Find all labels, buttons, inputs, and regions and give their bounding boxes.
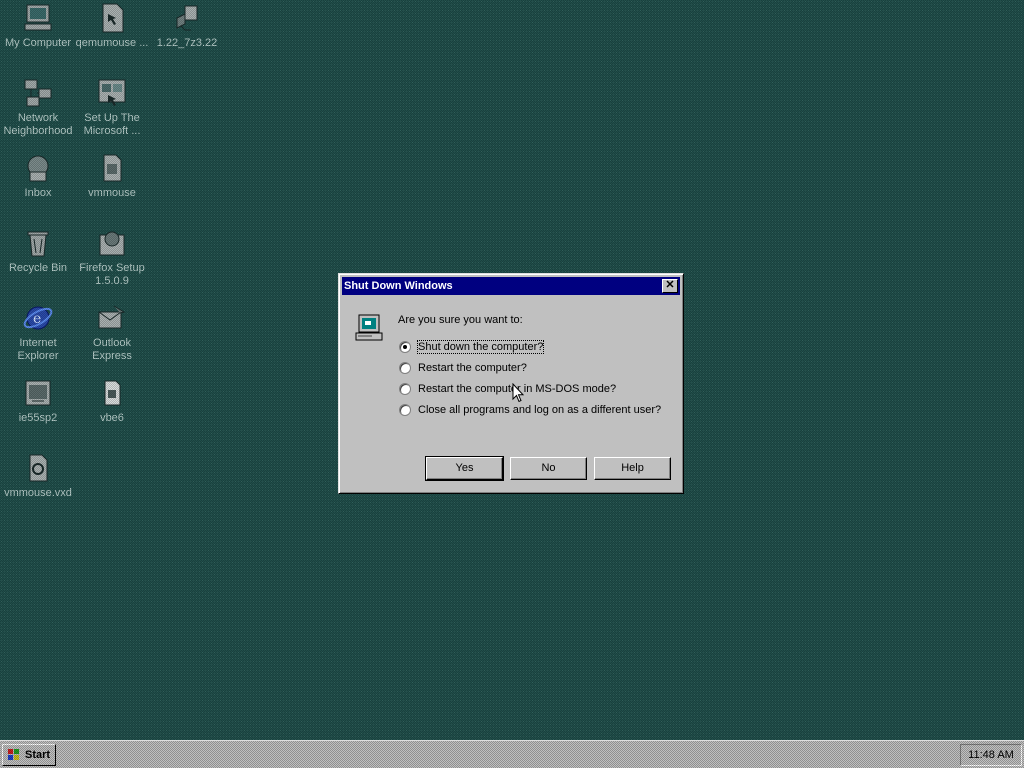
option-label: Restart the computer? — [418, 362, 527, 374]
radio-button[interactable] — [399, 404, 411, 416]
desktop-icon-label: 1.22_7z3.22 — [156, 37, 218, 49]
desktop-icon-label: Inbox — [24, 187, 52, 199]
no-button[interactable]: No — [510, 457, 587, 480]
desktop-icon-vmmouse-vxd[interactable]: vmmouse.vxd — [1, 452, 75, 500]
start-button[interactable]: Start — [2, 744, 56, 766]
desktop-icon-vbe6[interactable]: vbe6 — [75, 377, 149, 425]
start-label: Start — [25, 749, 51, 761]
outlook-express-icon — [96, 302, 128, 334]
dialog-prompt: Are you sure you want to: — [398, 314, 523, 326]
desktop-icon-label: qemumouse ... — [75, 37, 149, 49]
desktop-icon-inbox[interactable]: Inbox — [1, 152, 75, 200]
desktop-icon-outlook-express[interactable]: Outlook Express — [75, 302, 149, 363]
desktop-icon-label: vmmouse — [88, 187, 136, 199]
clock[interactable]: 11:48 AM — [968, 749, 1014, 761]
option-shut-down[interactable]: Shut down the computer? — [399, 339, 545, 355]
desktop-icon-label-line2: Express — [92, 350, 132, 362]
setup-icon — [96, 77, 128, 109]
archive-file-icon — [171, 2, 203, 34]
option-label: Shut down the computer? — [416, 340, 545, 354]
desktop-icon-label: vbe6 — [100, 412, 124, 424]
taskbar-dim-overlay — [0, 741, 1024, 768]
desktop-icon-label: Recycle Bin — [8, 262, 68, 274]
system-file-icon — [22, 452, 54, 484]
desktop-icon-label: ie55sp2 — [18, 412, 58, 424]
desktop-icon-label: Network — [17, 112, 59, 124]
desktop-icon-firefox-setup[interactable]: Firefox Setup 1.5.0.9 — [75, 227, 149, 288]
svg-text:e: e — [33, 311, 41, 327]
internet-explorer-icon: e — [22, 302, 54, 334]
close-icon: ✕ — [665, 279, 675, 291]
desktop-icon-qemumouse[interactable]: qemumouse ... — [75, 2, 149, 50]
option-restart-ms-dos[interactable]: Restart the computer in MS-DOS mode? — [399, 381, 616, 397]
desktop-icon-label-line2: Neighborhood — [3, 125, 73, 137]
my-computer-icon — [22, 2, 54, 34]
radio-button[interactable] — [399, 383, 411, 395]
system-tray: 11:48 AM — [960, 744, 1022, 766]
desktop-icon-recycle-bin[interactable]: Recycle Bin — [1, 227, 75, 275]
desktop-icon-network-neighborhood[interactable]: Network Neighborhood — [1, 77, 75, 138]
computer-icon — [353, 312, 385, 344]
desktop-icon-7z[interactable]: 1.22_7z3.22 — [150, 2, 224, 50]
radio-button[interactable] — [399, 362, 411, 374]
desktop-icon-label: My Computer — [4, 37, 72, 49]
desktop-icon-label: Outlook — [93, 337, 131, 349]
desktop-icon-label-line2: Explorer — [17, 350, 59, 362]
desktop-icon-label: vmmouse.vxd — [4, 487, 72, 499]
inbox-icon — [22, 152, 54, 184]
desktop-icon-ie55sp2[interactable]: ie55sp2 — [1, 377, 75, 425]
desktop-icon-my-computer[interactable]: My Computer — [1, 2, 75, 50]
desktop-icon-label-line2: Microsoft ... — [83, 125, 141, 137]
windows-logo-icon — [6, 748, 22, 762]
setup-package-icon — [22, 377, 54, 409]
radio-button[interactable] — [399, 341, 411, 353]
dialog-titlebar[interactable]: Shut Down Windows ✕ — [342, 277, 680, 295]
option-label: Close all programs and log on as a diffe… — [418, 404, 662, 416]
shut-down-dialog: Shut Down Windows ✕ Are you sure you wan… — [338, 273, 684, 494]
desktop-icon-vmmouse[interactable]: vmmouse — [75, 152, 149, 200]
desktop-icon-label: Set Up The — [84, 112, 140, 124]
shortcut-file-icon — [96, 2, 128, 34]
mouse-cursor-icon — [512, 382, 525, 403]
option-restart[interactable]: Restart the computer? — [399, 360, 527, 376]
desktop-icon-internet-explorer[interactable]: e Internet Explorer — [1, 302, 75, 363]
desktop-icon-label: Firefox Setup — [79, 262, 145, 274]
desktop-icon-setup-microsoft[interactable]: Set Up The Microsoft ... — [75, 77, 149, 138]
desktop-icon-label: Internet — [19, 337, 57, 349]
network-icon — [22, 77, 54, 109]
help-button[interactable]: Help — [594, 457, 671, 480]
executable-icon — [96, 377, 128, 409]
yes-button[interactable]: Yes — [425, 456, 504, 481]
document-icon — [96, 152, 128, 184]
option-log-off[interactable]: Close all programs and log on as a diffe… — [399, 402, 661, 418]
recycle-bin-icon — [22, 227, 54, 259]
dialog-title: Shut Down Windows — [344, 280, 453, 292]
desktop-icon-label-line2: 1.5.0.9 — [95, 275, 129, 287]
close-button[interactable]: ✕ — [662, 279, 678, 293]
installer-icon — [96, 227, 128, 259]
taskbar: Start 11:48 AM — [0, 740, 1024, 768]
